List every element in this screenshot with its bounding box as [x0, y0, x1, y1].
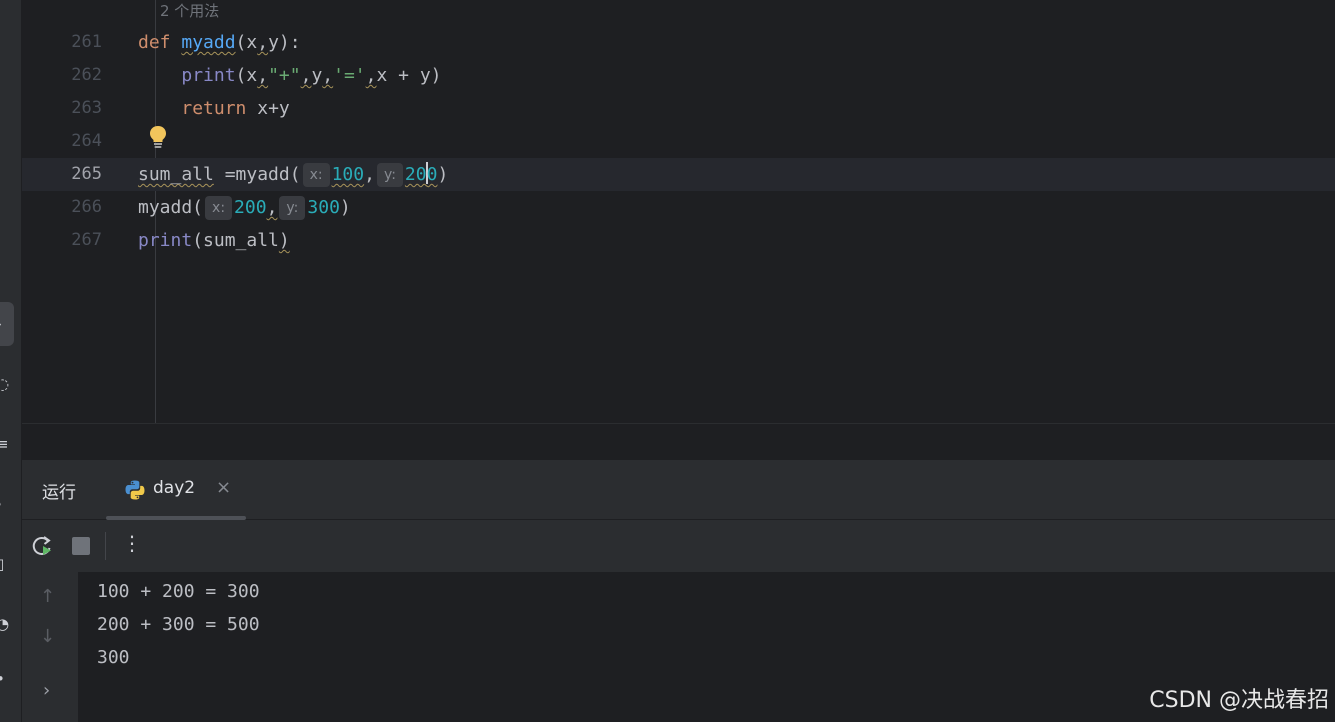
rerun-icon[interactable] [30, 534, 54, 558]
code-line[interactable]: 267 print(sum_all) [22, 224, 1335, 257]
code-line[interactable]: 265 sum_all =myadd(x: 100, y: 200) [22, 158, 1335, 191]
code-token: , [257, 65, 269, 86]
code-line[interactable]: 264 [22, 125, 1335, 158]
tab-day2[interactable]: day2 × [106, 460, 246, 520]
git-tool-icon[interactable]: • [0, 670, 10, 688]
close-icon[interactable]: × [216, 477, 231, 498]
code-token: ) [278, 230, 290, 251]
code-token: 200 [234, 197, 267, 218]
code-token: , [365, 65, 377, 86]
code-token: 300 [307, 197, 340, 218]
tab-selected-indicator [106, 516, 246, 520]
lightbulb-icon[interactable] [148, 124, 168, 150]
terminal-tool-icon[interactable]: ▯ [0, 555, 10, 573]
code-token: print [138, 230, 193, 251]
editor-bottom-band [22, 423, 1335, 460]
stop-icon[interactable] [69, 534, 93, 558]
code-text: myadd(x: 200, y: 300) [138, 191, 351, 224]
code-token: sum_all [138, 164, 214, 185]
parameter-hint: y: [279, 196, 306, 220]
code-text: return x+y [138, 92, 290, 125]
code-token: , [364, 164, 375, 185]
code-token: 20 [404, 164, 427, 185]
code-token: 100 [331, 164, 365, 185]
scroll-down-icon[interactable]: ↓ [40, 626, 55, 647]
expand-icon[interactable]: › [43, 680, 50, 701]
code-token: (x [235, 65, 258, 86]
toolbar-separator [105, 532, 106, 560]
code-token: return [181, 98, 247, 119]
code-text: def myadd(x,y): [138, 26, 301, 59]
run-window-title: 运行 [42, 483, 76, 503]
code-editor[interactable]: 2 个用法 261 def myadd(x,y): 262 print(x,"+",… [22, 0, 1335, 423]
output-line: 100 + 200 = 300 [97, 581, 260, 602]
run-tool-window: 运行 day2 × ⋮ ↑ ↓ › 100 + 200 = 300 200 + … [22, 460, 1335, 722]
code-token: (x [235, 32, 258, 53]
code-token: ) [339, 197, 351, 218]
code-line[interactable]: 266 myadd(x: 200, y: 300) [22, 191, 1335, 224]
parameter-hint: x: [302, 163, 330, 187]
output-line: 200 + 300 = 500 [97, 614, 260, 635]
line-number: 264 [71, 131, 102, 151]
code-token: , [300, 65, 312, 86]
watermark: CSDN @决战春招 [1149, 688, 1329, 713]
code-token: def [138, 32, 171, 53]
output-line: 300 [97, 647, 130, 668]
parameter-hint: y: [376, 163, 403, 187]
run-header: 运行 day2 × [22, 460, 1335, 520]
line-number: 265 [71, 164, 102, 184]
code-token: =myadd( [213, 164, 301, 185]
commit-tool-icon[interactable]: ◌ [0, 375, 10, 393]
console-side-toolbar: ↑ ↓ › [22, 572, 79, 722]
code-token: y): [268, 32, 301, 53]
line-number: 267 [71, 230, 102, 250]
python-icon [125, 480, 145, 500]
code-token: y [311, 65, 323, 86]
parameter-hint: x: [205, 196, 233, 220]
code-token: , [322, 65, 334, 86]
code-text: print(x,"+",y,'=',x + y) [138, 59, 442, 92]
code-token: x+y [246, 98, 290, 119]
code-text: print(sum_all) [138, 224, 290, 257]
console-output[interactable]: 100 + 200 = 300 200 + 300 = 500 300 [79, 572, 1335, 722]
scroll-up-icon[interactable]: ↑ [40, 586, 55, 607]
code-line[interactable]: 261 def myadd(x,y): [22, 26, 1335, 59]
line-number: 261 [71, 32, 102, 52]
tab-label: day2 [153, 478, 196, 498]
problems-tool-icon[interactable]: ◔ [0, 615, 10, 633]
code-token: '=' [333, 65, 366, 86]
more-vertical-icon[interactable]: ⋮ [120, 531, 144, 555]
code-token: x + y) [376, 65, 442, 86]
code-token: 0 [426, 164, 438, 185]
code-line[interactable]: 262 print(x,"+",y,'=',x + y) [22, 59, 1335, 92]
code-token: myadd( [138, 197, 204, 218]
code-line[interactable]: 263 return x+y [22, 92, 1335, 125]
python-console-tool-icon[interactable]: ⟩ [0, 495, 10, 513]
code-token: ) [437, 164, 449, 185]
line-number: 266 [71, 197, 102, 217]
code-token: , [266, 197, 278, 218]
left-tool-strip: › ◌ ≡ ⟩ ▯ ◔ • [0, 0, 22, 722]
line-number: 262 [71, 65, 102, 85]
line-number: 263 [71, 98, 102, 118]
run-toolbar: ⋮ [22, 521, 1335, 572]
code-token: "+" [268, 65, 301, 86]
code-token: print [181, 65, 236, 86]
code-token: , [257, 32, 269, 53]
code-token: (sum_all [192, 230, 279, 251]
code-token: myadd [181, 32, 236, 53]
code-text: sum_all =myadd(x: 100, y: 200) [138, 158, 448, 191]
usages-inlay-hint[interactable]: 2 个用法 [160, 0, 219, 22]
project-tool-icon[interactable]: › [0, 315, 10, 333]
structure-tool-icon[interactable]: ≡ [0, 435, 10, 453]
